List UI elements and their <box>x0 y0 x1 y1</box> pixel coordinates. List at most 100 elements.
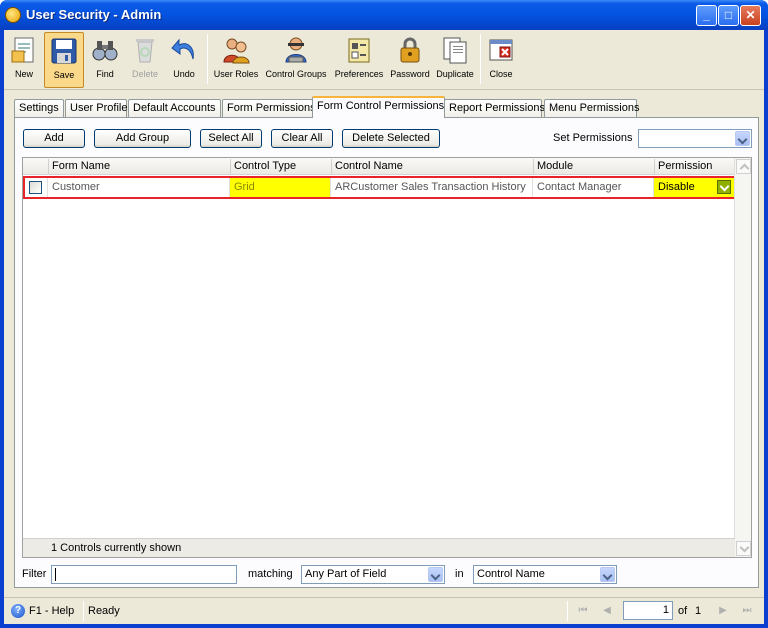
set-permissions-select[interactable] <box>638 129 752 148</box>
tab-menu-permissions[interactable]: Menu Permissions <box>544 99 639 117</box>
help-shortcut[interactable]: F1 - Help <box>29 605 74 617</box>
column-header-control-type[interactable]: Control Type <box>234 160 296 172</box>
client-area: New Save Find Delete Undo User Roles Con… <box>4 30 764 624</box>
tab-form-control-permissions[interactable]: Form Control Permissions <box>312 96 445 118</box>
control-name-cell[interactable]: ARCustomer Sales Transaction History <box>331 177 533 198</box>
in-field-select[interactable]: Control Name <box>473 565 617 584</box>
password-button[interactable]: Password <box>388 32 432 88</box>
user-roles-label: User Roles <box>213 69 259 79</box>
column-header-control-name[interactable]: Control Name <box>335 160 403 172</box>
add-button[interactable]: Add <box>23 129 85 148</box>
app-icon <box>5 7 21 23</box>
save-label: Save <box>53 70 75 80</box>
last-page-icon[interactable]: ⏭ <box>740 604 754 618</box>
scroll-up-icon[interactable] <box>736 159 751 174</box>
column-header-form-name[interactable]: Form Name <box>52 160 110 172</box>
total-pages: 1 <box>695 605 702 617</box>
toolbar: New Save Find Delete Undo User Roles Con… <box>4 30 764 90</box>
column-header-permission[interactable]: Permission <box>658 160 712 172</box>
permission-cell[interactable]: Disable <box>654 177 735 198</box>
chevron-down-icon[interactable] <box>717 180 731 194</box>
grid-header: Form Name Control Type Control Name Modu… <box>23 158 735 175</box>
undo-arrow-icon <box>169 35 199 65</box>
previous-page-icon[interactable]: ◀ <box>600 604 614 618</box>
close-window-button[interactable]: ✕ <box>740 5 761 26</box>
lock-icon <box>395 35 425 65</box>
delete-selected-button[interactable]: Delete Selected <box>342 129 440 148</box>
in-label: in <box>455 568 464 580</box>
table-row[interactable]: Customer Grid ARCustomer Sales Transacti… <box>23 177 735 198</box>
close-form-icon <box>486 35 516 65</box>
matching-select[interactable]: Any Part of Field <box>301 565 445 584</box>
new-label: New <box>14 69 33 79</box>
close-label: Close <box>489 69 513 79</box>
column-divider <box>533 159 534 174</box>
first-page-icon[interactable]: ⏮ <box>576 604 590 618</box>
tab-settings[interactable]: Settings <box>14 99 64 117</box>
tab-report-permissions[interactable]: Report Permissions <box>444 99 545 117</box>
module-cell[interactable]: Contact Manager <box>533 177 654 198</box>
filter-input[interactable] <box>51 565 237 584</box>
chevron-down-icon[interactable] <box>735 131 750 146</box>
save-button[interactable]: Save <box>44 32 84 88</box>
status-text: Ready <box>88 605 120 617</box>
chevron-down-icon[interactable] <box>428 567 443 582</box>
preferences-button[interactable]: Preferences <box>332 32 386 88</box>
control-groups-button[interactable]: Control Groups <box>263 32 329 88</box>
new-document-icon <box>9 35 39 65</box>
maximize-button[interactable]: □ <box>718 5 739 26</box>
minimize-button[interactable]: _ <box>696 5 717 26</box>
column-header-module[interactable]: Module <box>537 160 573 172</box>
control-groups-label: Control Groups <box>265 69 327 79</box>
select-all-button[interactable]: Select All <box>200 129 262 148</box>
permission-value: Disable <box>658 181 695 193</box>
duplicate-button[interactable]: Duplicate <box>433 32 477 88</box>
chevron-down-icon[interactable] <box>600 567 615 582</box>
column-divider <box>48 159 49 174</box>
preferences-label: Preferences <box>334 69 384 79</box>
user-roles-button[interactable]: User Roles <box>211 32 261 88</box>
close-button[interactable]: Close <box>484 32 518 88</box>
delete-label: Delete <box>131 69 158 79</box>
set-permissions-label: Set Permissions <box>553 132 633 144</box>
matching-label: matching <box>248 568 293 580</box>
window-title: User Security - Admin <box>26 7 162 22</box>
undo-button[interactable]: Undo <box>166 32 202 88</box>
recycle-bin-icon <box>130 35 160 65</box>
password-label: Password <box>390 69 430 79</box>
row-select-cell <box>23 177 48 198</box>
page-number-input[interactable]: 1 <box>623 601 673 620</box>
find-label: Find <box>96 69 114 79</box>
find-button[interactable]: Find <box>88 32 122 88</box>
control-groups-icon <box>281 35 311 65</box>
add-group-button[interactable]: Add Group <box>94 129 191 148</box>
of-label: of <box>678 605 688 617</box>
column-divider <box>331 159 332 174</box>
binoculars-icon <box>90 35 120 65</box>
control-type-cell[interactable]: Grid <box>230 177 331 198</box>
matching-value: Any Part of Field <box>305 568 387 580</box>
clear-all-button[interactable]: Clear All <box>271 129 333 148</box>
filter-label: Filter <box>22 568 47 580</box>
column-divider <box>230 159 231 174</box>
tab-default-accounts[interactable]: Default Accounts <box>128 99 221 117</box>
vertical-scrollbar[interactable] <box>734 158 751 557</box>
toolbar-separator <box>207 34 208 84</box>
status-bar: ? F1 - Help Ready ⏮ ◀ 1 of 1 ▶ ⏭ <box>4 597 764 624</box>
form-name-cell[interactable]: Customer <box>48 177 230 198</box>
scroll-down-icon[interactable] <box>736 541 751 556</box>
help-icon[interactable]: ? <box>11 604 25 618</box>
new-button[interactable]: New <box>7 32 41 88</box>
title-bar[interactable]: User Security - Admin _ □ ✕ <box>0 0 768 30</box>
undo-label: Undo <box>173 69 195 79</box>
delete-button[interactable]: Delete <box>126 32 164 88</box>
duplicate-label: Duplicate <box>436 69 474 79</box>
column-divider <box>654 159 655 174</box>
next-page-icon[interactable]: ▶ <box>716 604 730 618</box>
grid-footer: 1 Controls currently shown <box>23 538 735 557</box>
tab-form-permissions[interactable]: Form Permissions <box>222 99 316 117</box>
permissions-grid: Form Name Control Type Control Name Modu… <box>22 157 752 558</box>
tab-user-profile[interactable]: User Profile <box>65 99 127 117</box>
users-icon <box>221 35 251 65</box>
row-checkbox[interactable] <box>29 181 42 194</box>
